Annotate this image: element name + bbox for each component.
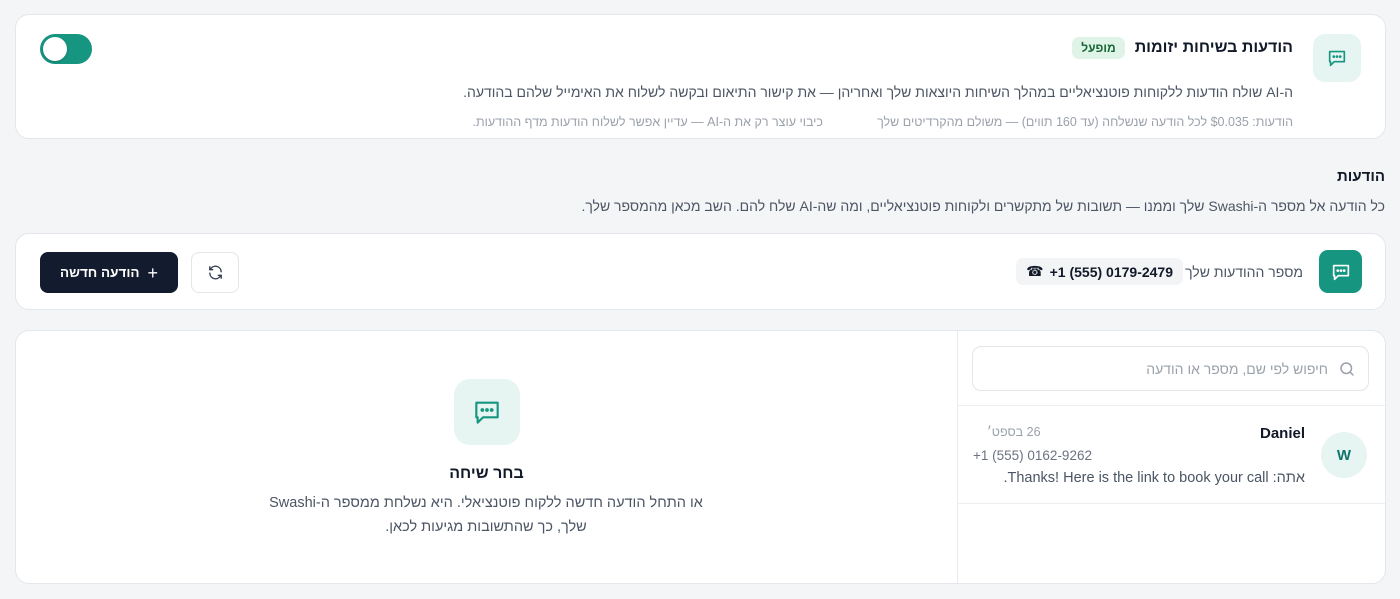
disable-note: כיבוי עוצר רק את ה-AI — עדיין אפשר לשלוח… [472, 115, 823, 129]
conversation-preview: אתה: Thanks! Here is the link to book yo… [1003, 470, 1305, 486]
conversation-list: W Daniel 26 בספט׳ +1 (555) 0162-9262 אתה… [957, 331, 1385, 583]
ai-messages-feature-card: הודעות בשיחות יזומות מופעל ה-AI שולח הוד… [15, 14, 1386, 139]
conversation-date: 26 בספט׳ [987, 425, 1041, 439]
search-icon [1340, 361, 1354, 376]
empty-state: בחר שיחה או התחל הודעה חדשה ללקוח פוטנצי… [16, 331, 957, 583]
conversations-panel: W Daniel 26 בספט׳ +1 (555) 0162-9262 אתה… [15, 330, 1386, 584]
message-icon [1319, 250, 1362, 293]
conversation-phone: +1 (555) 0162-9262 [973, 448, 1092, 463]
pricing-note: הודעות: $0.035 לכל הודעה שנשלחה (עד 160 … [877, 115, 1293, 129]
feature-title-row: הודעות בשיחות יזומות מופעל [1072, 37, 1293, 59]
avatar: W [1321, 432, 1367, 478]
new-message-button[interactable]: + הודעה חדשה [40, 252, 178, 293]
section-title: הודעות [1337, 168, 1385, 185]
plus-icon: + [147, 262, 159, 283]
search-box[interactable] [972, 346, 1369, 391]
feature-title: הודעות בשיחות יזומות [1134, 39, 1293, 56]
phone-number-chip: ☎ +1 (555) 0179-2479 [1016, 258, 1183, 285]
phone-number: +1 (555) 0179-2479 [1049, 263, 1173, 280]
empty-state-description: או התחל הודעה חדשה ללקוח פוטנציאלי. היא … [269, 495, 703, 535]
refresh-icon [208, 265, 222, 280]
new-message-label: הודעה חדשה [59, 265, 140, 280]
toggle-knob [43, 37, 67, 61]
messages-toolbar: מספר ההודעות שלך ☎ +1 (555) 0179-2479 + … [15, 233, 1386, 310]
phone-icon: ☎ [1026, 263, 1044, 279]
section-description: כל הודעה אל מספר ה-Swashi שלך וממנו — תש… [581, 198, 1385, 214]
number-label: מספר ההודעות שלך [1185, 264, 1303, 280]
search-input[interactable] [1008, 360, 1328, 377]
conversation-item[interactable]: W Daniel 26 בספט׳ +1 (555) 0162-9262 אתה… [957, 405, 1385, 504]
conversation-name: Daniel [1259, 425, 1305, 442]
empty-state-title: בחר שיחה [449, 465, 524, 482]
message-icon [1313, 34, 1361, 82]
status-badge: מופעל [1072, 37, 1125, 59]
feature-toggle[interactable] [40, 34, 92, 64]
refresh-button[interactable] [191, 252, 239, 293]
message-icon [454, 379, 520, 445]
feature-description: ה-AI שולח הודעות ללקוחות פוטנציאליים במה… [463, 84, 1293, 100]
